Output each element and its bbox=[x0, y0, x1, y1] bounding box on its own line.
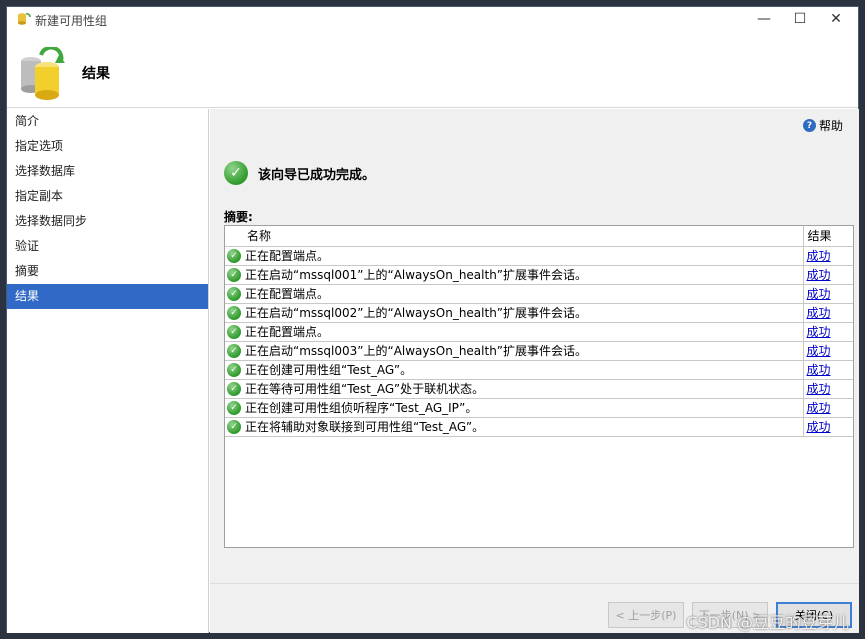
table-row[interactable]: ✓ 正在等待可用性组“Test_AG”处于联机状态。 成功 bbox=[225, 379, 853, 399]
row-name: 正在将辅助对象联接到可用性组“Test_AG”。 bbox=[245, 420, 485, 434]
row-name-cell: ✓ 正在配置端点。 bbox=[225, 322, 804, 342]
sidebar-item-options[interactable]: 指定选项 bbox=[7, 134, 208, 159]
success-message: 该向导已成功完成。 bbox=[258, 167, 376, 183]
row-result-cell: 成功 bbox=[803, 303, 853, 323]
row-result-cell: 成功 bbox=[803, 246, 853, 266]
window-title: 新建可用性组 bbox=[35, 14, 108, 28]
row-name-cell: ✓ 正在配置端点。 bbox=[225, 246, 804, 266]
page-title: 结果 bbox=[82, 66, 110, 82]
row-result-cell: 成功 bbox=[803, 417, 853, 437]
success-check-icon: ✓ bbox=[227, 305, 241, 320]
table-row[interactable]: ✓ 正在启动“mssql001”上的“AlwaysOn_health”扩展事件会话… bbox=[225, 265, 853, 285]
success-check-icon: ✓ bbox=[227, 362, 241, 377]
row-name-cell: ✓ 正在配置端点。 bbox=[225, 284, 804, 304]
table-row[interactable]: ✓ 正在将辅助对象联接到可用性组“Test_AG”。 成功 bbox=[225, 417, 853, 437]
row-name: 正在配置端点。 bbox=[245, 287, 330, 301]
result-link[interactable]: 成功 bbox=[807, 325, 831, 339]
sidebar-item-summary[interactable]: 摘要 bbox=[7, 259, 208, 284]
help-label: 帮助 bbox=[818, 119, 843, 133]
close-window-button[interactable]: ✕ bbox=[818, 7, 854, 31]
success-check-icon: ✓ bbox=[227, 286, 241, 301]
result-link[interactable]: 成功 bbox=[807, 382, 831, 396]
row-result-cell: 成功 bbox=[803, 341, 853, 361]
row-name-cell: ✓ 正在启动“mssql003”上的“AlwaysOn_health”扩展事件会话… bbox=[225, 341, 804, 361]
success-check-icon: ✓ bbox=[224, 161, 248, 185]
summary-label: 摘要: bbox=[224, 210, 253, 224]
result-link[interactable]: 成功 bbox=[807, 344, 831, 358]
close-button[interactable]: 关闭(C) bbox=[776, 602, 852, 628]
row-name: 正在启动“mssql003”上的“AlwaysOn_health”扩展事件会话。 bbox=[245, 344, 588, 358]
results-panel: ? 帮助 ✓ 该向导已成功完成。 摘要: 名称 结果 ✓ 正在配置端点。 成功 ✓ 正在… bbox=[210, 109, 859, 633]
row-name: 正在创建可用性组侦听程序“Test_AG_IP”。 bbox=[245, 401, 478, 415]
row-name-cell: ✓ 正在创建可用性组侦听程序“Test_AG_IP”。 bbox=[225, 398, 804, 418]
wizard-footer: < 上一步(P) 下一步(N) > 关闭(C) bbox=[210, 583, 859, 633]
table-row[interactable]: ✓ 正在配置端点。 成功 bbox=[225, 322, 853, 342]
sidebar-item-replicas[interactable]: 指定副本 bbox=[7, 184, 208, 209]
row-name: 正在启动“mssql001”上的“AlwaysOn_health”扩展事件会话。 bbox=[245, 268, 588, 282]
sidebar-item-data-sync[interactable]: 选择数据同步 bbox=[7, 209, 208, 234]
success-check-icon: ✓ bbox=[227, 324, 241, 339]
row-name-cell: ✓ 正在将辅助对象联接到可用性组“Test_AG”。 bbox=[225, 417, 804, 437]
row-name: 正在等待可用性组“Test_AG”处于联机状态。 bbox=[245, 382, 485, 396]
row-name-cell: ✓ 正在等待可用性组“Test_AG”处于联机状态。 bbox=[225, 379, 804, 399]
sidebar-item-results[interactable]: 结果 bbox=[7, 284, 208, 309]
success-check-icon: ✓ bbox=[227, 343, 241, 358]
row-name: 正在创建可用性组“Test_AG”。 bbox=[245, 363, 413, 377]
table-header-row: 名称 结果 bbox=[225, 226, 853, 247]
wizard-window: 新建可用性组 — ☐ ✕ 结果 简介 指定选项 选择数据库 指定副本 选择数据同… bbox=[6, 6, 859, 633]
row-name-cell: ✓ 正在启动“mssql002”上的“AlwaysOn_health”扩展事件会话… bbox=[225, 303, 804, 323]
success-check-icon: ✓ bbox=[227, 267, 241, 282]
row-name: 正在配置端点。 bbox=[245, 249, 330, 263]
database-app-icon bbox=[18, 13, 31, 25]
success-check-icon: ✓ bbox=[227, 400, 241, 415]
column-header-name[interactable]: 名称 bbox=[225, 226, 804, 247]
results-table: 名称 结果 ✓ 正在配置端点。 成功 ✓ 正在启动“mssql001”上的“Always… bbox=[225, 226, 853, 437]
table-row[interactable]: ✓ 正在启动“mssql002”上的“AlwaysOn_health”扩展事件会话… bbox=[225, 303, 853, 323]
column-header-result[interactable]: 结果 bbox=[803, 226, 853, 247]
success-check-icon: ✓ bbox=[227, 419, 241, 434]
close-icon: ✕ bbox=[830, 11, 842, 27]
result-link[interactable]: 成功 bbox=[807, 306, 831, 320]
result-link[interactable]: 成功 bbox=[807, 363, 831, 377]
row-result-cell: 成功 bbox=[803, 265, 853, 285]
table-row[interactable]: ✓ 正在创建可用性组侦听程序“Test_AG_IP”。 成功 bbox=[225, 398, 853, 418]
availability-group-icon bbox=[21, 47, 65, 100]
row-result-cell: 成功 bbox=[803, 398, 853, 418]
results-table-container[interactable]: 名称 结果 ✓ 正在配置端点。 成功 ✓ 正在启动“mssql001”上的“Always… bbox=[224, 225, 854, 548]
row-name: 正在配置端点。 bbox=[245, 325, 330, 339]
maximize-button[interactable]: ☐ bbox=[782, 7, 818, 31]
row-name-cell: ✓ 正在创建可用性组“Test_AG”。 bbox=[225, 360, 804, 380]
success-check-icon: ✓ bbox=[227, 248, 241, 263]
table-row[interactable]: ✓ 正在启动“mssql003”上的“AlwaysOn_health”扩展事件会话… bbox=[225, 341, 853, 361]
page-header: 结果 bbox=[7, 31, 858, 108]
wizard-sidebar: 简介 指定选项 选择数据库 指定副本 选择数据同步 验证 摘要 结果 bbox=[7, 109, 209, 633]
help-icon: ? bbox=[802, 119, 816, 132]
result-link[interactable]: 成功 bbox=[807, 268, 831, 282]
row-result-cell: 成功 bbox=[803, 284, 853, 304]
row-result-cell: 成功 bbox=[803, 360, 853, 380]
minimize-button[interactable]: — bbox=[746, 7, 782, 31]
row-result-cell: 成功 bbox=[803, 379, 853, 399]
sidebar-item-databases[interactable]: 选择数据库 bbox=[7, 159, 208, 184]
next-button[interactable]: 下一步(N) > bbox=[692, 602, 768, 628]
title-bar: 新建可用性组 — ☐ ✕ bbox=[7, 7, 858, 31]
sidebar-item-intro[interactable]: 简介 bbox=[7, 109, 208, 134]
table-row[interactable]: ✓ 正在配置端点。 成功 bbox=[225, 284, 853, 304]
result-link[interactable]: 成功 bbox=[807, 420, 831, 434]
success-check-icon: ✓ bbox=[227, 381, 241, 396]
result-link[interactable]: 成功 bbox=[807, 287, 831, 301]
result-link[interactable]: 成功 bbox=[807, 249, 831, 263]
result-link[interactable]: 成功 bbox=[807, 401, 831, 415]
help-link[interactable]: ? 帮助 bbox=[802, 117, 843, 134]
row-name-cell: ✓ 正在启动“mssql001”上的“AlwaysOn_health”扩展事件会话… bbox=[225, 265, 804, 285]
maximize-icon: ☐ bbox=[793, 11, 807, 27]
table-row[interactable]: ✓ 正在创建可用性组“Test_AG”。 成功 bbox=[225, 360, 853, 380]
row-result-cell: 成功 bbox=[803, 322, 853, 342]
previous-button[interactable]: < 上一步(P) bbox=[608, 602, 684, 628]
minimize-icon: — bbox=[757, 11, 771, 27]
table-row[interactable]: ✓ 正在配置端点。 成功 bbox=[225, 246, 853, 266]
row-name: 正在启动“mssql002”上的“AlwaysOn_health”扩展事件会话。 bbox=[245, 306, 588, 320]
sidebar-item-validation[interactable]: 验证 bbox=[7, 234, 208, 259]
success-banner: ✓ 该向导已成功完成。 bbox=[224, 161, 375, 185]
